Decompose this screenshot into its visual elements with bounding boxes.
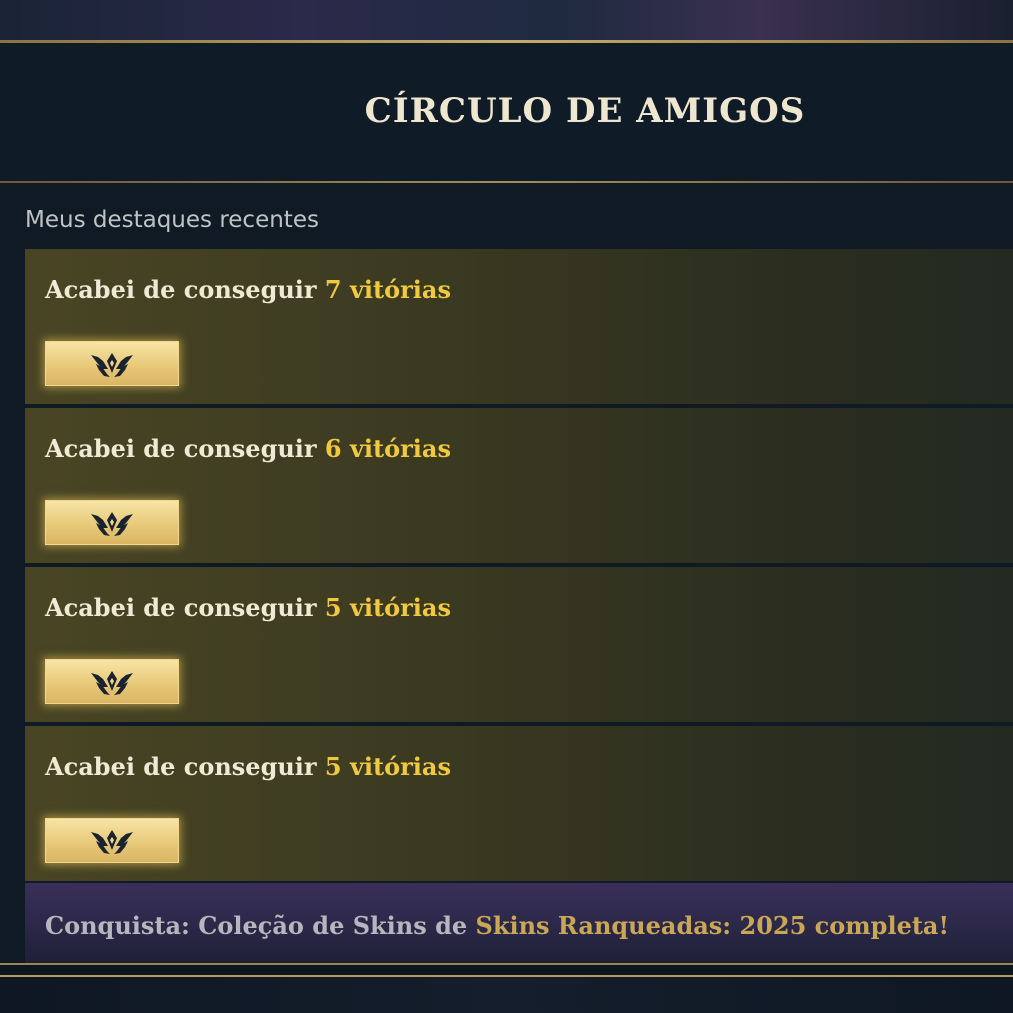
highlight-value: 6 vitórias xyxy=(324,434,451,463)
highlight-prefix: Acabei de conseguir xyxy=(45,434,325,463)
section-label: Meus destaques recentes xyxy=(25,207,319,233)
wings-emblem-icon xyxy=(91,670,133,695)
highlight-text: Acabei de conseguir 7 vitórias xyxy=(45,275,451,304)
share-badge-button[interactable] xyxy=(45,659,179,704)
achievement-highlight: Skins Ranqueadas: 2025 completa! xyxy=(475,911,950,940)
wings-emblem-icon xyxy=(91,511,133,536)
top-background-strip xyxy=(0,0,1013,40)
bottom-navigation-bar xyxy=(0,977,1013,1013)
page-title: CÍRCULO DE AMIGOS xyxy=(364,91,806,131)
title-bar: CÍRCULO DE AMIGOS xyxy=(0,43,1013,181)
highlight-card[interactable]: Acabei de conseguir 5 vitórias xyxy=(25,567,1013,722)
highlight-text: Acabei de conseguir 5 vitórias xyxy=(45,593,451,622)
wings-emblem-icon xyxy=(91,829,133,854)
bottom-frame-band xyxy=(0,965,1013,975)
highlight-value: 7 vitórias xyxy=(324,275,451,304)
highlight-prefix: Acabei de conseguir xyxy=(45,275,325,304)
highlight-text: Acabei de conseguir 5 vitórias xyxy=(45,752,451,781)
highlight-prefix: Acabei de conseguir xyxy=(45,752,325,781)
highlight-card[interactable]: Acabei de conseguir 6 vitórias xyxy=(25,408,1013,563)
highlight-value: 5 vitórias xyxy=(324,752,451,781)
achievement-prefix: Conquista: Coleção de Skins de xyxy=(45,911,476,940)
title-divider xyxy=(0,181,1013,183)
share-badge-button[interactable] xyxy=(45,341,179,386)
achievement-card[interactable]: Conquista: Coleção de Skins de Skins Ran… xyxy=(25,883,1013,963)
highlight-card[interactable]: Acabei de conseguir 5 vitórias xyxy=(25,726,1013,881)
share-badge-button[interactable] xyxy=(45,500,179,545)
friends-circle-panel: CÍRCULO DE AMIGOS Meus destaques recente… xyxy=(0,43,1013,963)
highlight-value: 5 vitórias xyxy=(324,593,451,622)
highlight-prefix: Acabei de conseguir xyxy=(45,593,325,622)
wings-emblem-icon xyxy=(91,352,133,377)
share-badge-button[interactable] xyxy=(45,818,179,863)
achievement-text: Conquista: Coleção de Skins de Skins Ran… xyxy=(45,911,949,940)
highlight-card[interactable]: Acabei de conseguir 7 vitórias xyxy=(25,249,1013,404)
highlight-text: Acabei de conseguir 6 vitórias xyxy=(45,434,451,463)
